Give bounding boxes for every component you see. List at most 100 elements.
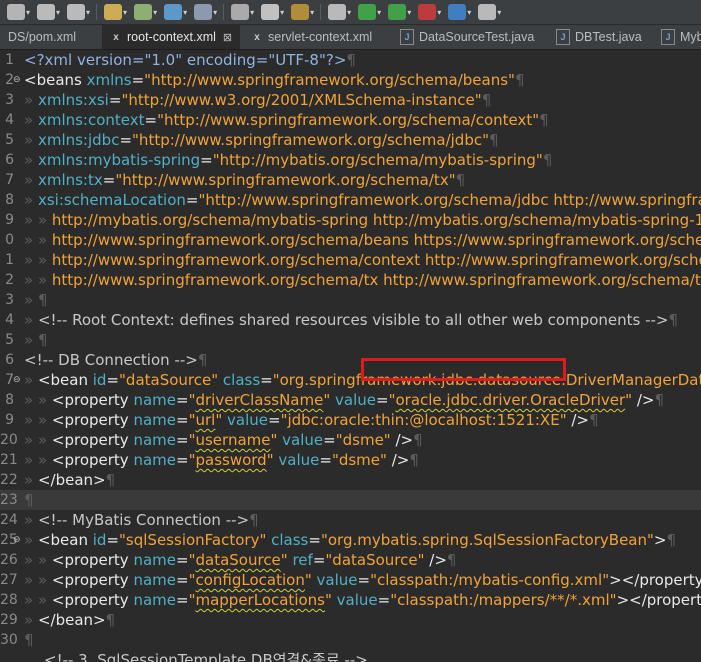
fold-toggle-icon[interactable]: ⊖: [13, 370, 21, 390]
run-config-icon[interactable]: [388, 4, 407, 20]
line-number: 29: [0, 612, 18, 628]
chevron-down-icon[interactable]: ▾: [26, 8, 30, 17]
chevron-down-icon[interactable]: ▾: [56, 8, 60, 17]
chevron-down-icon[interactable]: ▾: [467, 8, 471, 17]
line-number: 21: [0, 452, 18, 468]
code-line[interactable]: 28» » <property name="mapperLocations" v…: [0, 590, 701, 610]
code-text: <!-- DB Connection -->¶: [24, 350, 207, 370]
code-token: "sqlSessionFactory": [119, 531, 272, 549]
chevron-down-icon[interactable]: ▾: [437, 8, 441, 17]
chevron-down-icon[interactable]: ▾: [183, 8, 187, 17]
code-line[interactable]: 5 » xmlns:jdbc="http://www.springframewor…: [0, 130, 701, 150]
code-token: =: [357, 571, 371, 589]
chevron-down-icon[interactable]: ▾: [497, 8, 501, 17]
code-line[interactable]: 9 » » http://mybatis.org/schema/mybatis-s…: [0, 210, 701, 230]
server-icon[interactable]: [448, 4, 467, 20]
new-icon[interactable]: [261, 4, 280, 20]
chevron-down-icon[interactable]: ▾: [347, 8, 351, 17]
code-line[interactable]: 21» » <property name="password" value="d…: [0, 450, 701, 470]
code-line[interactable]: 4 » <!-- Root Context: defines shared res…: [0, 310, 701, 330]
code-token: »: [24, 471, 38, 489]
code-line[interactable]: 27» » <property name="configLocation" va…: [0, 570, 701, 590]
tab-dbtest-java[interactable]: J DBTest.java: [556, 25, 642, 49]
run-icon[interactable]: [164, 4, 183, 20]
code-line[interactable]: 7 » xmlns:tx="http://www.springframework.…: [0, 170, 701, 190]
external-tools-icon[interactable]: [194, 4, 213, 20]
code-token: username: [195, 431, 271, 449]
code-line[interactable]: 6 » xmlns:mybatis-spring="http://mybatis.…: [0, 150, 701, 170]
code-line[interactable]: 6 <!-- DB Connection -->¶: [0, 350, 701, 370]
code-line[interactable]: 5 » ¶: [0, 330, 701, 350]
chevron-down-icon[interactable]: ▾: [250, 8, 254, 17]
code-line[interactable]: 2 ⊖ <beans xmlns="http://www.springframewo…: [0, 70, 701, 90]
code-token: xmlns:mybatis-spring: [37, 151, 201, 169]
code-line[interactable]: 30 ¶: [0, 630, 701, 650]
code-line[interactable]: 4 » xmlns:context="http://www.springframe…: [0, 110, 701, 130]
search-icon[interactable]: [104, 4, 123, 20]
code-line[interactable]: 22 » </bean>¶: [0, 470, 701, 490]
line-number: 6: [5, 152, 14, 168]
close-tab-icon[interactable]: ⊠: [223, 31, 232, 44]
code-line[interactable]: 29 » </bean>¶: [0, 610, 701, 630]
code-line[interactable]: 20» » <property name="username" value="d…: [0, 430, 701, 450]
code-text: » » http://www.springframework.org/schem…: [24, 270, 701, 290]
code-line[interactable]: 8 » xsi:schemaLocation="http://www.spring…: [0, 190, 701, 210]
tab-datasourcetest-java[interactable]: J DataSourceTest.java: [400, 25, 534, 49]
code-line[interactable]: 3 » ¶: [0, 290, 701, 310]
chevron-down-icon[interactable]: ▾: [407, 8, 411, 17]
code-token: =: [102, 171, 116, 189]
xml-editor[interactable]: 1 <?xml version="1.0" encoding="UTF-8"?>¶…: [0, 50, 701, 662]
chevron-down-icon[interactable]: ▾: [123, 8, 127, 17]
line-number: 23: [0, 492, 18, 508]
line-number: 22: [0, 472, 18, 488]
fold-toggle-icon[interactable]: ⊖: [13, 530, 21, 550]
open-icon[interactable]: [291, 4, 310, 20]
tab-myb[interactable]: J Myb: [661, 25, 701, 49]
line-number: 30: [0, 632, 18, 648]
save-icon[interactable]: [7, 4, 25, 20]
code-token: value: [316, 571, 358, 589]
chevron-down-icon[interactable]: ▾: [153, 8, 157, 17]
line-number: 7: [5, 372, 14, 388]
code-token: "http://www.springframework.org/schema/j…: [198, 191, 701, 209]
code-token: http://www.springframework.org/schema/be…: [51, 231, 701, 249]
chevron-down-icon[interactable]: ▾: [280, 8, 284, 17]
code-line[interactable]: 25 ⊖» <bean id="sqlSessionFactory" class=…: [0, 530, 701, 550]
code-line[interactable]: 7 ⊖» <bean id="dataSource" class="org.spr…: [0, 370, 701, 390]
code-line[interactable]: 8» » <property name="driverClassName" va…: [0, 390, 701, 410]
tab-ds-pom-xml[interactable]: DS/pom.xml: [8, 25, 76, 49]
code-line[interactable]: <!-- 3. SqlSessionTemplate DB연결&종료 -->: [0, 650, 701, 662]
stop-icon[interactable]: [418, 4, 437, 20]
play-icon[interactable]: [358, 4, 377, 20]
code-token: ref: [292, 551, 313, 569]
debug-icon[interactable]: [134, 4, 153, 20]
redo-icon[interactable]: [67, 4, 86, 20]
settings-icon[interactable]: [478, 4, 497, 20]
code-token: =: [260, 371, 273, 389]
chevron-down-icon[interactable]: ▾: [310, 8, 314, 17]
code-line[interactable]: 26» » <property name="dataSource" ref="d…: [0, 550, 701, 570]
code-line[interactable]: 1 <?xml version="1.0" encoding="UTF-8"?>¶: [0, 50, 701, 70]
code-token: »: [24, 611, 38, 629]
fold-toggle-icon[interactable]: ⊖: [13, 70, 21, 90]
code-token: ¶: [24, 631, 34, 649]
code-line[interactable]: 3 » xmlns:xsi="http://www.w3.org/2001/XML…: [0, 90, 701, 110]
undo-icon[interactable]: [37, 4, 56, 20]
chevron-down-icon[interactable]: ▾: [213, 8, 217, 17]
code-line[interactable]: 1 » » http://www.springframework.org/sche…: [0, 250, 701, 270]
code-text: » xmlns:xsi="http://www.w3.org/2001/XMLS…: [24, 90, 491, 110]
code-token: =: [176, 591, 189, 609]
code-token: ¶: [654, 391, 664, 409]
bug-icon[interactable]: [328, 4, 347, 20]
code-line[interactable]: 9» » <property name="url" value="jdbc:or…: [0, 410, 701, 430]
chevron-down-icon[interactable]: ▾: [377, 8, 381, 17]
code-line[interactable]: 23 ¶: [0, 490, 701, 510]
chevron-down-icon[interactable]: ▾: [86, 8, 90, 17]
code-token: "dataSource": [325, 551, 425, 569]
code-line[interactable]: 2 » » http://www.springframework.org/sche…: [0, 270, 701, 290]
code-line[interactable]: 0 » » http://www.springframework.org/sche…: [0, 230, 701, 250]
tab-servlet-context-xml[interactable]: x servlet-context.xml: [251, 25, 372, 49]
terminal-icon[interactable]: [231, 4, 250, 20]
code-line[interactable]: 24 » <!-- MyBatis Connection -->¶: [0, 510, 701, 530]
tab-root-context-xml[interactable]: x root-context.xml ⊠: [102, 25, 241, 49]
